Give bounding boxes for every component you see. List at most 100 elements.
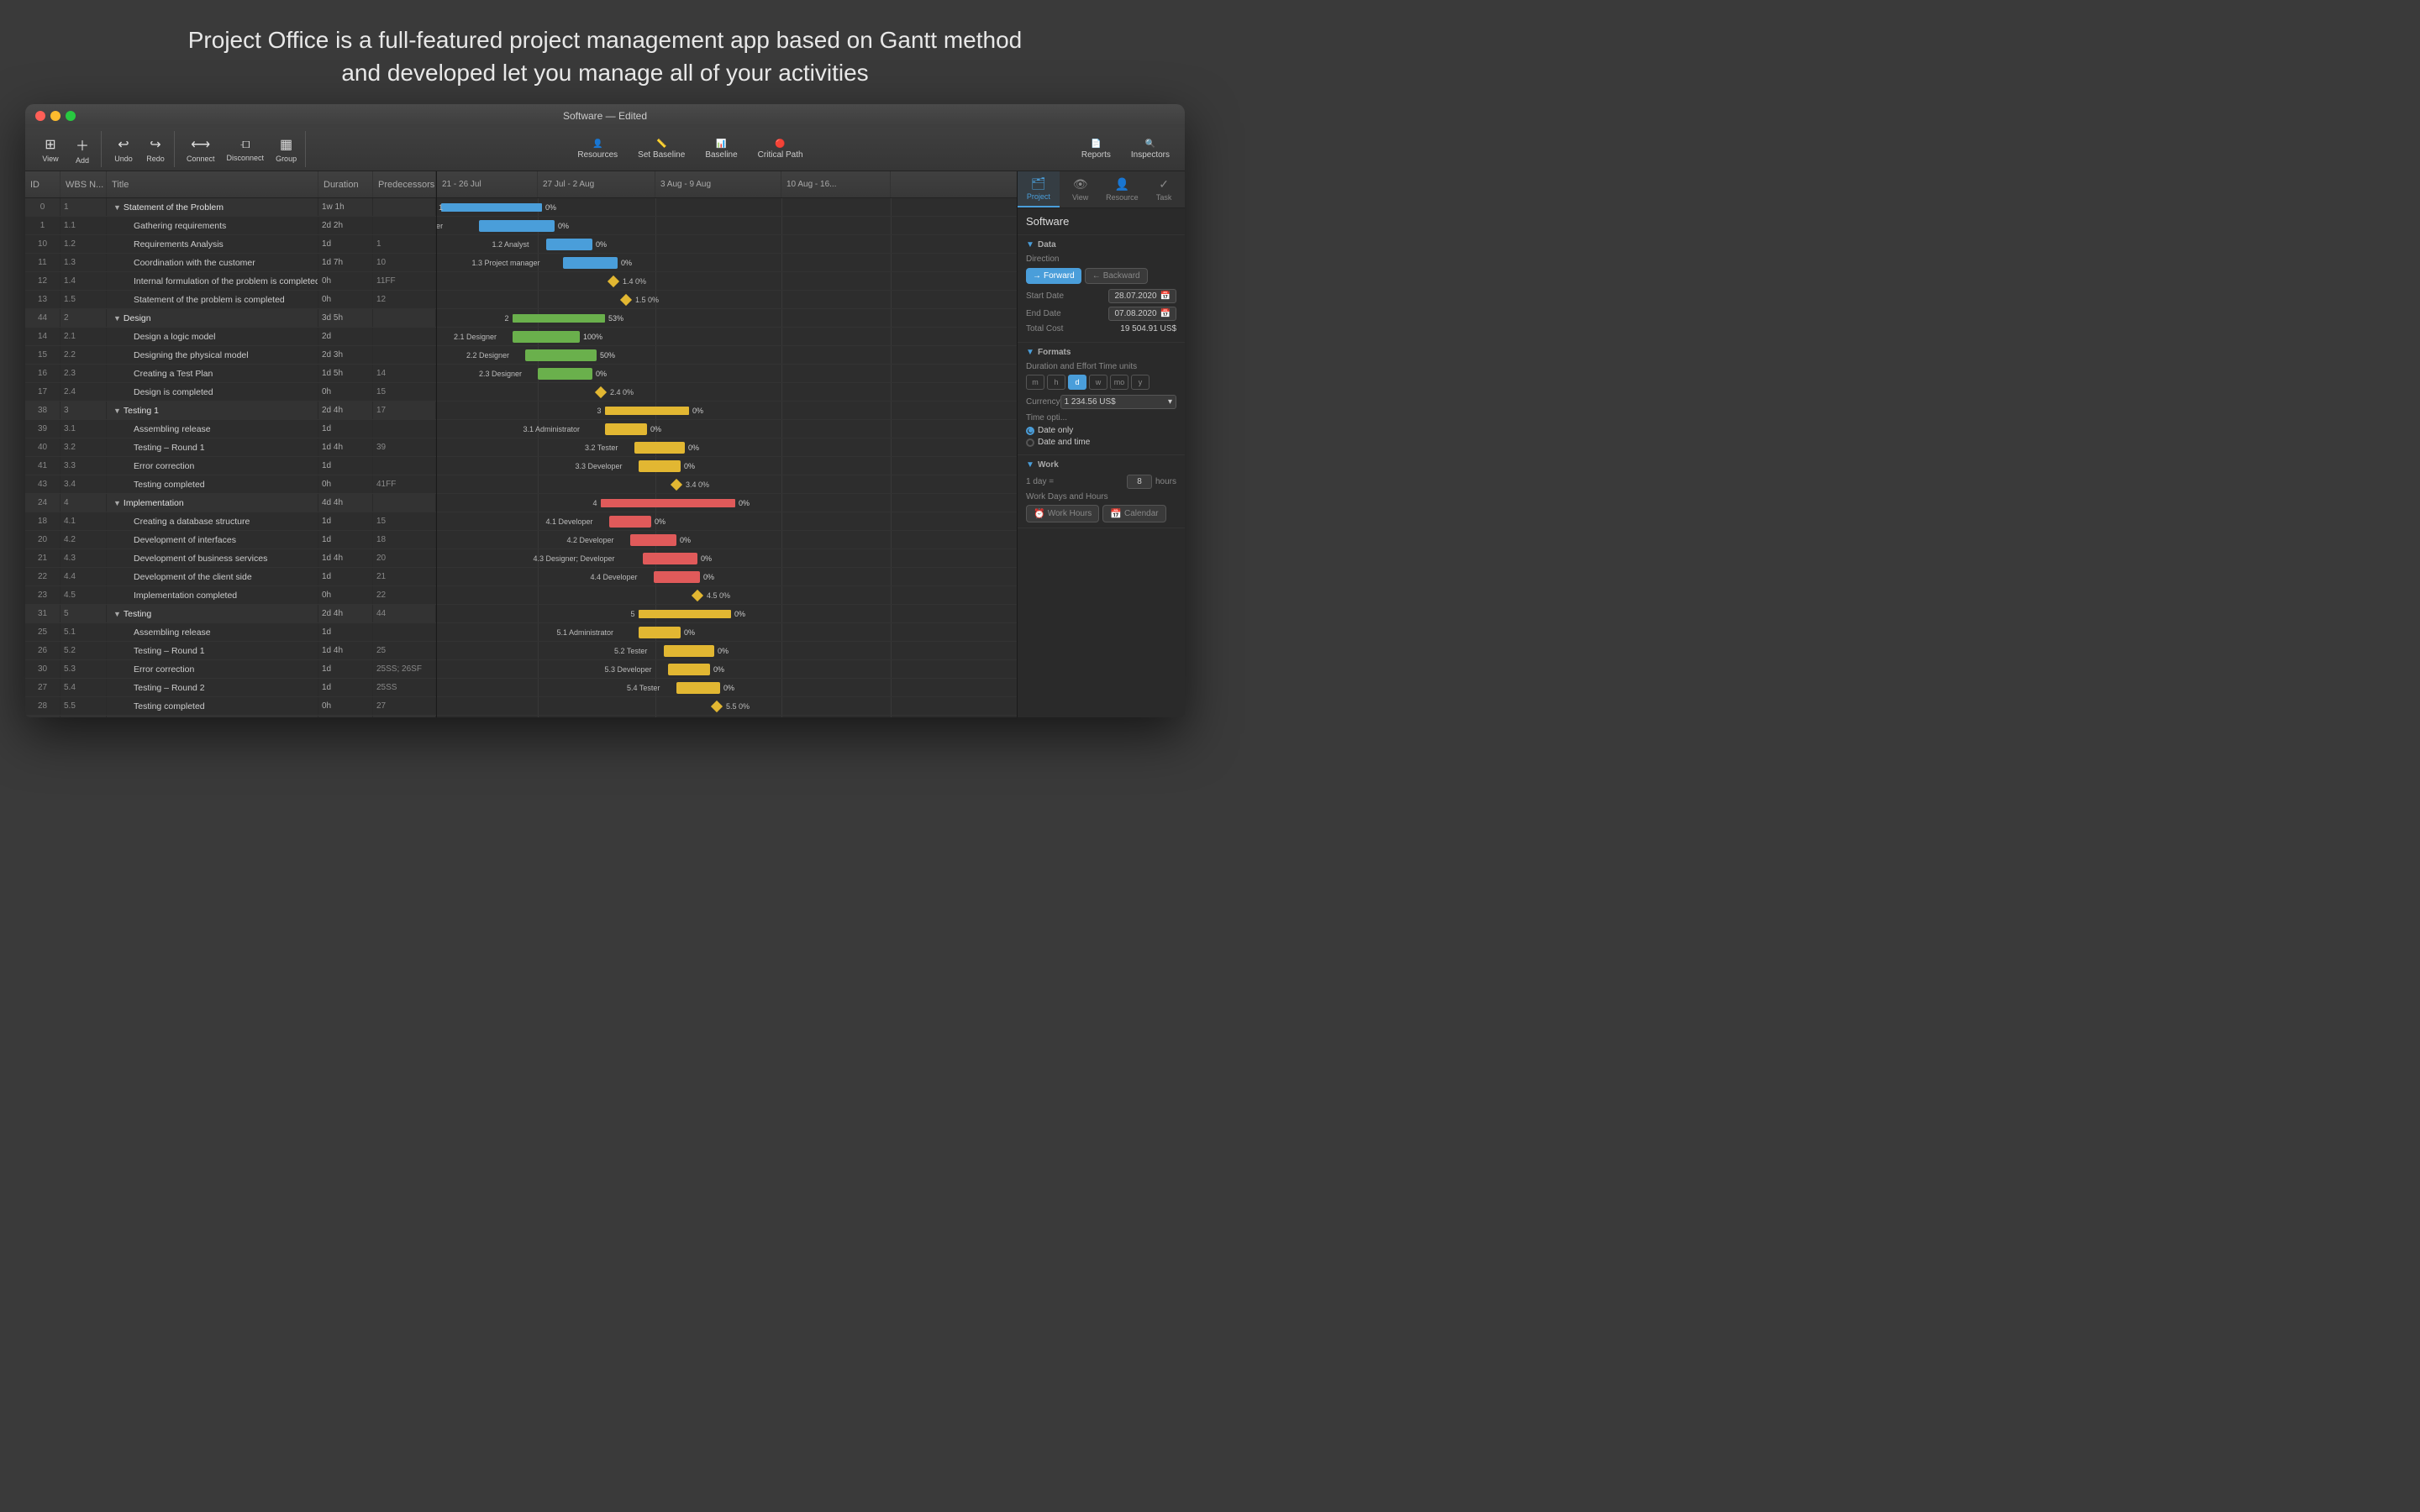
table-row[interactable]: 356▼Acceptance2d28 [25,716,436,717]
critical-path-button[interactable]: 🔴 Critical Path [750,137,812,162]
grid-line [891,697,892,715]
gantt-bar[interactable]: 50% [525,349,597,361]
start-date-field[interactable]: 28.07.2020 📅 [1108,289,1176,303]
date-time-radio-dot[interactable] [1026,438,1034,447]
table-row[interactable]: 214.3Development of business services1d … [25,549,436,568]
table-row[interactable]: 121.4Internal formulation of the problem… [25,272,436,291]
time-unit-button[interactable]: y [1131,375,1150,390]
table-row[interactable]: 162.3Creating a Test Plan1d 5h14 [25,365,436,383]
table-row[interactable]: 442▼Design3d 5h [25,309,436,328]
work-days-buttons: ⏰ Work Hours 📅 Calendar [1026,505,1176,522]
table-row[interactable]: 152.2Designing the physical model2d 3h [25,346,436,365]
undo-button[interactable]: ↩ Undo [108,134,139,165]
bar-percent: 0% [701,554,712,563]
gantt-bar[interactable]: 0% [605,407,689,415]
bar-percent: 0% [713,665,724,674]
table-row[interactable]: 285.5Testing completed0h27 [25,697,436,716]
gantt-bar[interactable]: 100% [513,331,580,343]
table-row[interactable]: 111.3Coordination with the customer1d 7h… [25,254,436,272]
bar-percent: 100% [583,333,602,341]
gantt-bar[interactable]: 0% [654,571,700,583]
baseline-button[interactable]: 📊 Baseline [697,137,745,162]
minimize-button[interactable] [50,111,60,121]
resources-button[interactable]: 👤 Resources [569,137,626,162]
gantt-bar[interactable]: 0% [668,664,710,675]
table-row[interactable]: 315▼Testing2d 4h44 [25,605,436,623]
table-row[interactable]: 383▼Testing 12d 4h17 [25,402,436,420]
add-button[interactable]: ＋ Add [67,133,97,166]
table-row[interactable]: 255.1Assembling release1d [25,623,436,642]
close-button[interactable] [35,111,45,121]
gantt-bar[interactable]: 0% [605,423,647,435]
group-button[interactable]: ▦ Group [271,134,302,165]
inspector-tab-resource[interactable]: 👤 Resource [1102,171,1144,207]
gantt-bar[interactable]: 0% [601,499,735,507]
gantt-bar[interactable]: 0% [630,534,676,546]
table-row[interactable]: 433.4Testing completed0h41FF [25,475,436,494]
set-baseline-button[interactable]: 📏 Set Baseline [629,137,693,162]
table-row[interactable]: 184.1Creating a database structure1d15 [25,512,436,531]
bar-percent: 0% [723,684,734,692]
time-unit-button[interactable]: d [1068,375,1086,390]
reports-button[interactable]: 📄 Reports [1073,137,1119,162]
table-row[interactable]: 403.2Testing – Round 11d 4h39 [25,438,436,457]
gantt-bar[interactable]: 0% [643,553,697,564]
gantt-bar[interactable]: 53% [513,314,605,323]
work-hours-button[interactable]: ⏰ Work Hours [1026,505,1099,522]
gantt-bar[interactable]: 0% [441,203,542,212]
gantt-bar[interactable]: 0% [609,516,651,528]
project-tab-icon: 🗂 [1031,176,1046,191]
table-row[interactable]: 413.3Error correction1d [25,457,436,475]
cell-duration: 3d 5h [318,309,373,327]
gantt-bar[interactable]: 0% [634,442,685,454]
redo-button[interactable]: ↪ Redo [140,134,171,165]
cell-id: 30 [25,660,60,678]
inspector-tab-task[interactable]: ✓ Task [1143,171,1185,207]
time-unit-button[interactable]: w [1089,375,1107,390]
gantt-bar[interactable]: 0% [546,239,592,250]
table-row[interactable]: 393.1Assembling release1d [25,420,436,438]
table-row[interactable]: 131.5Statement of the problem is complet… [25,291,436,309]
table-row[interactable]: 244▼Implementation4d 4h [25,494,436,512]
cell-duration: 1d 7h [318,254,373,271]
table-row[interactable]: 11.1Gathering requirements2d 2h [25,217,436,235]
table-row[interactable]: 142.1Design a logic model2d [25,328,436,346]
cell-duration: 1d 4h [318,438,373,456]
table-row[interactable]: 172.4Design is completed0h15 [25,383,436,402]
inspector-tab-project[interactable]: 🗂 Project [1018,171,1060,207]
table-row[interactable]: 305.3Error correction1d25SS; 26SF [25,660,436,679]
currency-select[interactable]: 1 234.56 US$ ▾ [1060,395,1176,409]
connect-button[interactable]: ⟷ Connect [182,134,220,165]
disconnect-button[interactable]: ⟤ Disconnect [222,135,270,164]
calendar-button[interactable]: 📅 Calendar [1102,505,1165,522]
view-button[interactable]: ⊞ View [35,134,66,165]
time-unit-button[interactable]: mo [1110,375,1128,390]
time-unit-button[interactable]: m [1026,375,1044,390]
table-row[interactable]: 234.5Implementation completed0h22 [25,586,436,605]
table-row[interactable]: 265.2Testing – Round 11d 4h25 [25,642,436,660]
inspectors-button[interactable]: 🔍 Inspectors [1123,137,1178,162]
inspector-tab-view[interactable]: 👁 View [1060,171,1102,207]
table-row[interactable]: 01▼Statement of the Problem1w 1h [25,198,436,217]
maximize-button[interactable] [66,111,76,121]
gantt-bar[interactable]: 0% [639,460,681,472]
table-row[interactable]: 224.4Development of the client side1d21 [25,568,436,586]
time-unit-button[interactable]: h [1047,375,1065,390]
table-row[interactable]: 204.2Development of interfaces1d18 [25,531,436,549]
backward-button[interactable]: ← Backward [1085,268,1148,284]
grid-line [781,642,782,659]
gantt-bar[interactable]: 0% [639,610,731,618]
gantt-bar[interactable]: 0% [479,220,555,232]
gantt-bar[interactable]: 0% [664,645,714,657]
gantt-bar[interactable]: 0% [676,682,720,694]
table-row[interactable]: 101.2Requirements Analysis1d1 [25,235,436,254]
gantt-bar[interactable]: 0% [563,257,618,269]
gantt-bar[interactable]: 0% [639,627,681,638]
gantt-bar[interactable]: 0% [538,368,592,380]
forward-button[interactable]: → Forward [1026,268,1081,284]
hours-value[interactable]: 8 [1127,475,1152,489]
date-only-radio-dot[interactable] [1026,427,1034,435]
grid-line [891,642,892,659]
end-date-field[interactable]: 07.08.2020 📅 [1108,307,1176,321]
table-row[interactable]: 275.4Testing – Round 21d25SS [25,679,436,697]
